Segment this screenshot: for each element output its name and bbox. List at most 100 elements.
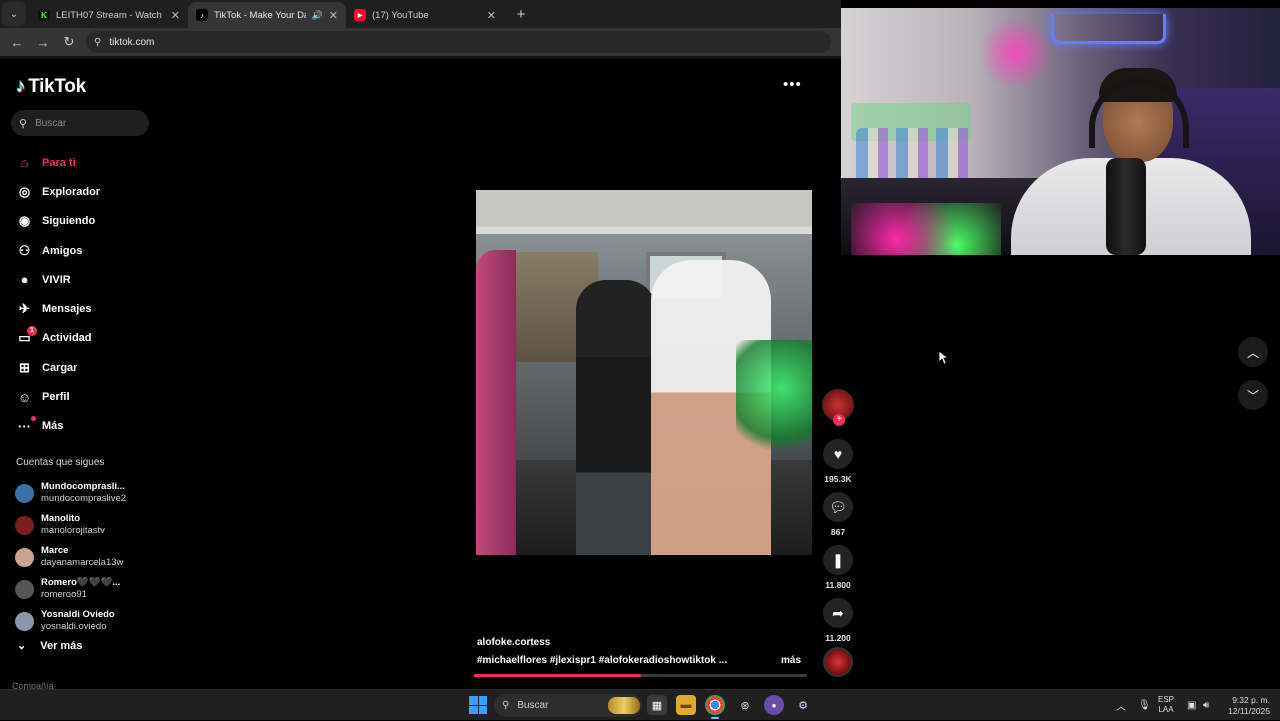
system-clock[interactable]: 9:32 p. m. 12/11/2025	[1226, 695, 1270, 717]
account-name: Romero🖤🖤🖤...	[41, 577, 121, 588]
video-scene-light	[736, 340, 812, 460]
sidebar-item-mensajes[interactable]: ✈ Mensajes	[16, 294, 156, 323]
account-handle: romeroo91	[41, 589, 87, 600]
save-button[interactable]: ❚	[823, 545, 853, 575]
video-scene-person	[476, 250, 516, 555]
video-player[interactable]	[476, 190, 812, 555]
tray-overflow-icon[interactable]: ︿	[1116, 690, 1126, 721]
browser-tab-kick[interactable]: K LEITH07 Stream - Watch Live o ✕	[30, 2, 188, 28]
sidebar-item-para-ti[interactable]: ⌂ Para ti	[16, 148, 156, 177]
browser-tab-tiktok[interactable]: ♪ TikTok - Make Your Day 🔊 ✕	[188, 2, 346, 28]
store-app-icon[interactable]: ▦	[647, 695, 667, 715]
share-button[interactable]: ➦	[823, 598, 853, 628]
address-bar[interactable]: ⚲ tiktok.com	[86, 31, 831, 53]
previous-video-button[interactable]: ︿	[1238, 337, 1268, 367]
sidebar-item-label: VIVIR	[42, 273, 71, 286]
video-creator-name[interactable]: alofoke.cortess	[477, 637, 550, 648]
back-button[interactable]: ←	[6, 31, 28, 53]
search-icon: ⚲	[502, 700, 510, 711]
sidebar-item-explorador[interactable]: ◎ Explorador	[16, 177, 156, 206]
like-button[interactable]: ♥	[823, 439, 853, 469]
site-info-icon[interactable]: ⚲	[94, 37, 101, 48]
microphone-icon[interactable]: 🎙︎	[1138, 690, 1151, 721]
account-name: Marce	[41, 545, 69, 556]
profile-icon: ☺	[17, 389, 32, 405]
more-options-icon[interactable]: •••	[783, 76, 802, 93]
webcam-scene-microphone	[1106, 158, 1146, 255]
close-icon[interactable]: ✕	[487, 9, 496, 22]
taskbar-search-label: Buscar	[517, 700, 549, 711]
lang-line: ESP	[1158, 695, 1175, 704]
start-button[interactable]	[469, 696, 487, 714]
webcam-scene-neon	[1051, 14, 1166, 44]
url-text: tiktok.com	[109, 36, 155, 48]
followed-account[interactable]: Manolito manolorojitastv	[15, 509, 155, 541]
followed-account[interactable]: Mundocomprasli... mundocompraslive2	[15, 477, 155, 509]
obs-app-icon[interactable]: ⊛	[735, 695, 755, 715]
taskbar-search[interactable]: ⚲ Buscar	[494, 694, 642, 717]
chevron-down-icon: ⌄	[9, 8, 19, 20]
settings-icon[interactable]: ⚙	[793, 695, 813, 715]
reload-icon: ↻	[63, 34, 75, 49]
see-more-button[interactable]: ⌄ Ver más	[17, 639, 83, 653]
notification-badge: 1	[27, 325, 37, 336]
followed-account[interactable]: Yosnaldi Oviedo yosnaldi.oviedo	[15, 605, 155, 637]
account-name: Mundocomprasli...	[41, 481, 125, 492]
sidebar-item-amigos[interactable]: ⚇ Amigos	[16, 236, 156, 265]
account-handle: yosnaldi.oviedo	[41, 621, 107, 632]
search-input[interactable]: ⚲ Buscar	[11, 110, 149, 136]
tab-search-button[interactable]: ⌄	[2, 2, 26, 26]
sidebar-item-más[interactable]: ··· Más	[16, 412, 156, 441]
webcam-overlay	[841, 8, 1280, 255]
activity-icon: ▭ 1	[16, 325, 37, 347]
windows-logo-icon	[469, 705, 478, 714]
account-text: Marce dayanamarcela13w	[41, 545, 123, 569]
network-icon[interactable]: ▣	[1187, 690, 1196, 721]
speaker-icon[interactable]: 🔊	[312, 10, 323, 21]
sidebar-nav: ⌂ Para ti ◎ Explorador ◉ Siguiendo ⚇ Amigos ● VIV…	[16, 148, 156, 441]
chevron-up-icon: ︿	[1246, 345, 1259, 360]
windows-logo-icon	[478, 705, 487, 714]
see-more-label: Ver más	[40, 639, 83, 652]
account-text: Yosnaldi Oviedo yosnaldi.oviedo	[41, 609, 115, 633]
volume-icon[interactable]: 🔊︎	[1203, 690, 1209, 721]
chrome-app-icon[interactable]	[705, 695, 725, 719]
close-icon[interactable]: ✕	[329, 9, 338, 22]
follow-plus-icon[interactable]: +	[833, 414, 845, 426]
sidebar-item-cargar[interactable]: ⊞ Cargar	[16, 353, 156, 382]
tab-title: (17) YouTube	[372, 9, 429, 21]
followed-account[interactable]: Romero🖤🖤🖤... romeroo91	[15, 573, 155, 605]
music-disc-icon[interactable]	[823, 647, 853, 677]
streaming-app-icon[interactable]: ●	[764, 695, 784, 715]
forward-button[interactable]: →	[32, 31, 54, 53]
followed-account[interactable]: Marce dayanamarcela13w	[15, 541, 155, 573]
file-explorer-icon[interactable]: ▬	[676, 695, 696, 715]
browser-tab-youtube[interactable]: ▶ (17) YouTube ✕	[346, 2, 504, 28]
input-language[interactable]: ESP LAA	[1158, 695, 1174, 715]
sidebar-item-vivir[interactable]: ● VIVIR	[16, 265, 156, 294]
sidebar-item-siguiendo[interactable]: ◉ Siguiendo	[16, 207, 156, 236]
avatar	[15, 483, 34, 503]
next-video-button[interactable]: ﹀	[1238, 380, 1268, 410]
reload-button[interactable]: ↻	[58, 31, 80, 53]
avatar	[15, 515, 34, 535]
close-icon[interactable]: ✕	[171, 9, 180, 22]
company-section-title: Compañía	[12, 681, 54, 689]
sidebar-item-perfil[interactable]: ☺ Perfil	[16, 382, 156, 411]
tiktok-logo[interactable]: ♪ TikTok	[16, 76, 86, 98]
upload-icon: ⊞	[19, 359, 30, 375]
account-handle: dayanamarcela13w	[41, 557, 124, 568]
sidebar-item-label: Más	[42, 420, 64, 433]
compass-icon: ◎	[18, 183, 31, 199]
comment-button[interactable]: 💬︎	[823, 492, 853, 522]
creator-avatar[interactable]: +	[822, 389, 854, 426]
video-progress-bar[interactable]	[474, 674, 807, 677]
sidebar-item-label: Para ti	[42, 156, 76, 169]
account-handle: manolorojitastv	[41, 525, 105, 536]
caption-more-button[interactable]: más	[781, 655, 801, 666]
sidebar-item-actividad[interactable]: ▭ 1 Actividad	[16, 324, 156, 353]
new-tab-button[interactable]: +	[510, 3, 532, 25]
sidebar-item-label: Perfil	[42, 391, 70, 404]
video-hashtags[interactable]: #michaelflores #jlexispr1 #alofokeradios…	[477, 655, 727, 666]
home-icon: ⌂	[20, 155, 29, 171]
